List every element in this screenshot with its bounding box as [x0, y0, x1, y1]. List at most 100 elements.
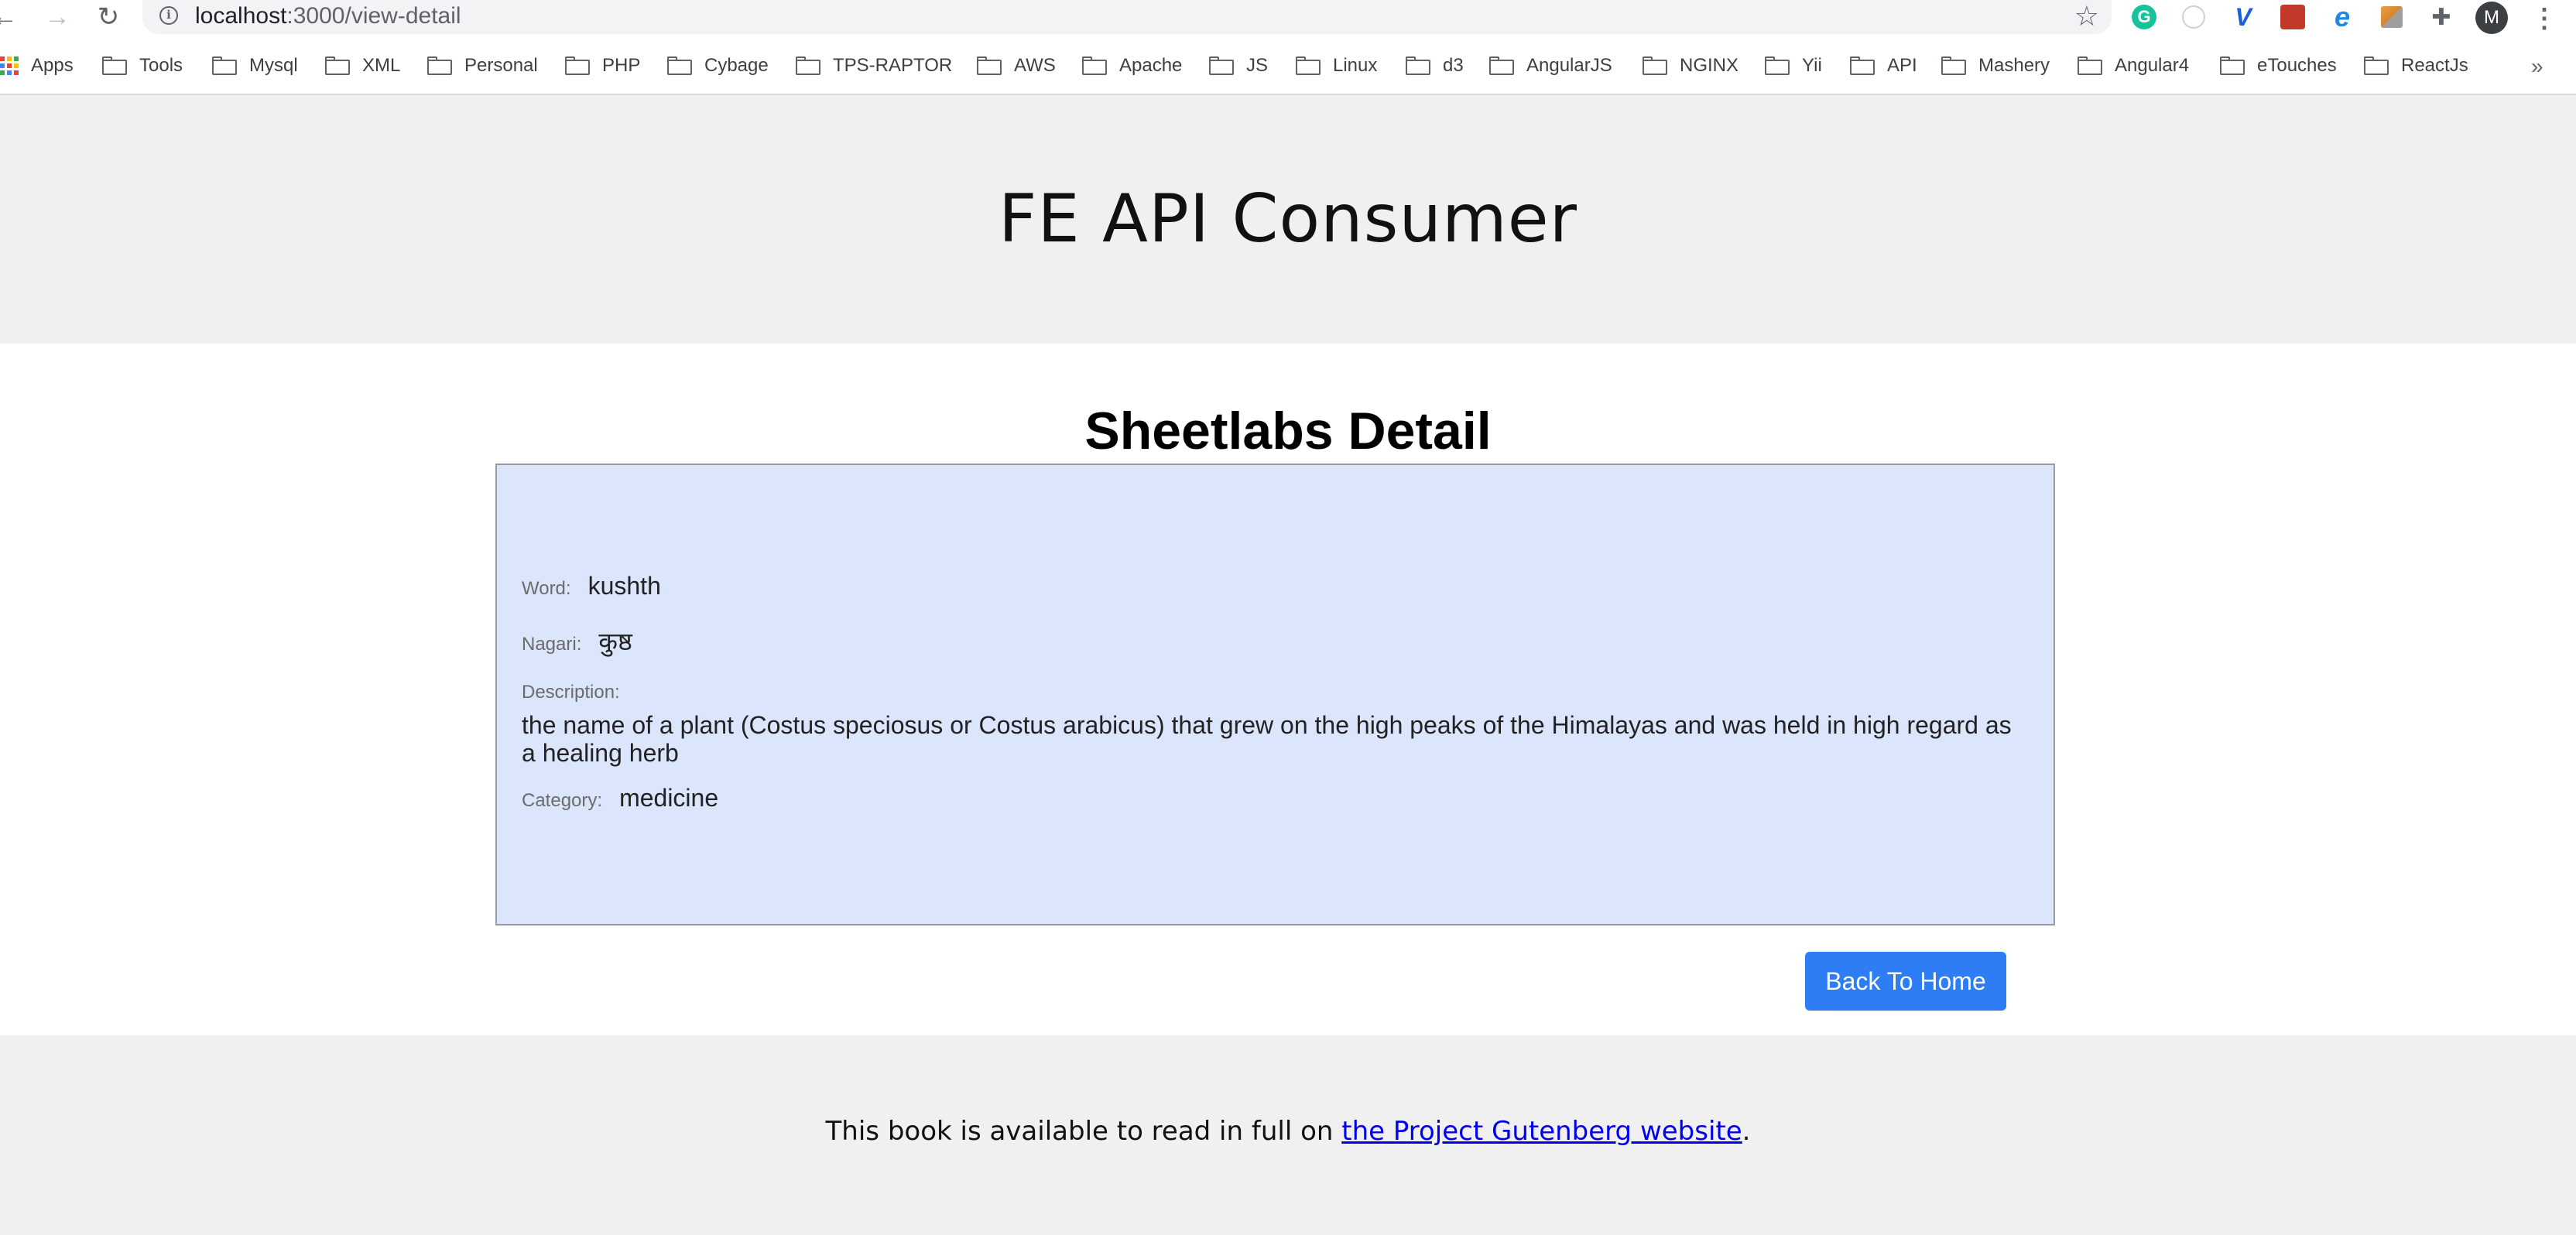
bookmark-folder[interactable]: Linux: [1296, 54, 1377, 77]
bookmark-folder[interactable]: XML: [325, 54, 400, 77]
url-text[interactable]: localhost:3000/view-detail: [195, 3, 461, 29]
nagari-label: Nagari:: [522, 634, 582, 655]
bookmark-label: Personal: [464, 55, 538, 76]
ie-tab-icon[interactable]: e: [2328, 1, 2356, 32]
bookmark-folder[interactable]: PHP: [565, 54, 640, 77]
bookmark-label: eTouches: [2257, 55, 2337, 76]
bookmark-folder[interactable]: Tools: [102, 54, 183, 77]
page-footer: This book is available to read in full o…: [0, 1035, 2576, 1235]
description-label: Description:: [522, 682, 620, 703]
vue-devtools-icon[interactable]: V: [2229, 3, 2257, 31]
folder-icon: [565, 56, 590, 75]
page-header: FE API Consumer: [0, 95, 2576, 344]
word-value: kushth: [587, 572, 661, 600]
browser-toolbar: ← → ↻ i localhost:3000/view-detail ☆ G V…: [0, 0, 2576, 36]
gutenberg-link[interactable]: the Project Gutenberg website: [1341, 1116, 1742, 1147]
folder-icon: [2220, 56, 2245, 75]
folder-icon: [1406, 56, 1430, 75]
word-label: Word:: [522, 578, 571, 599]
folder-icon: [325, 56, 350, 75]
folder-icon: [1082, 56, 1107, 75]
bookmark-label: d3: [1443, 55, 1464, 76]
bookmark-label: Yii: [1802, 55, 1822, 76]
description-value: the name of a plant (Costus speciosus or…: [522, 711, 2012, 767]
folder-icon: [102, 56, 127, 75]
url-host: localhost: [195, 3, 287, 29]
bookmark-folder[interactable]: TPS-RAPTOR: [796, 54, 952, 77]
site-info-icon[interactable]: i: [159, 6, 178, 25]
footer-text: This book is available to read in full o…: [0, 1116, 2576, 1147]
bookmark-label: AWS: [1014, 55, 1056, 76]
bookmark-label: Angular4: [2115, 55, 2190, 76]
folder-icon: [212, 56, 237, 75]
back-arrow-icon[interactable]: ←: [0, 2, 20, 32]
profile-avatar[interactable]: M: [2475, 2, 2508, 34]
grammarly-icon[interactable]: G: [2130, 3, 2158, 31]
nagari-row: Nagari: कुष्ठ: [522, 624, 632, 658]
bookmark-folder[interactable]: API: [1850, 54, 1917, 77]
bookmark-apps[interactable]: Apps: [0, 54, 74, 77]
folder-icon: [1489, 56, 1514, 75]
flag-extension-icon[interactable]: [2378, 3, 2406, 31]
folder-icon: [1209, 56, 1234, 75]
bookmark-label: AngularJS: [1526, 55, 1612, 76]
detail-card: Word: kushth Nagari: कुष्ठ Description: …: [495, 464, 2055, 925]
reload-icon[interactable]: ↻: [93, 2, 124, 32]
folder-icon: [977, 56, 1002, 75]
nagari-value: कुष्ठ: [598, 627, 632, 656]
bookmark-folder[interactable]: ReactJs: [2364, 54, 2468, 77]
bookmark-folder[interactable]: AWS: [977, 54, 1056, 77]
bookmark-folder[interactable]: Mashery: [1941, 54, 2050, 77]
browser-menu-icon[interactable]: ⋮: [2531, 3, 2557, 34]
bookmarks-overflow-icon[interactable]: »: [2531, 54, 2543, 79]
red-extension-icon[interactable]: [2279, 3, 2307, 31]
category-value: medicine: [619, 784, 719, 812]
extensions-puzzle-icon[interactable]: ✚: [2427, 3, 2455, 31]
bookmark-folder[interactable]: Mysql: [212, 54, 298, 77]
site-title: FE API Consumer: [998, 180, 1578, 258]
bookmark-label: Mashery: [1978, 55, 2050, 76]
category-row: Category: medicine: [522, 784, 718, 812]
back-to-home-button[interactable]: Back To Home: [1805, 952, 2006, 1011]
bookmark-folder[interactable]: JS: [1209, 54, 1268, 77]
url-path: :3000/view-detail: [286, 3, 461, 29]
folder-icon: [1643, 56, 1667, 75]
bookmark-folder[interactable]: eTouches: [2220, 54, 2337, 77]
bookmark-label: TPS-RAPTOR: [833, 55, 953, 76]
folder-icon: [667, 56, 692, 75]
bookmark-label: JS: [1246, 55, 1269, 76]
bookmarks-bar: Apps Tools Mysql XML Personal PHP Cybage…: [0, 45, 2576, 88]
apps-grid-icon: [0, 56, 19, 75]
folder-icon: [1941, 56, 1966, 75]
bookmark-label: Tools: [139, 55, 183, 76]
folder-icon: [1296, 56, 1321, 75]
bookmark-label: Mysql: [249, 55, 298, 76]
bookmark-star-icon[interactable]: ☆: [2074, 0, 2099, 32]
bookmark-label: ReactJs: [2401, 55, 2468, 76]
bookmark-label: XML: [362, 55, 401, 76]
bookmark-folder[interactable]: Apache: [1082, 54, 1182, 77]
bookmark-label: NGINX: [1680, 55, 1739, 76]
folder-icon: [796, 56, 820, 75]
bookmark-folder[interactable]: NGINX: [1643, 54, 1738, 77]
folder-icon: [427, 56, 452, 75]
folder-icon: [2364, 56, 2389, 75]
bookmark-folder[interactable]: Personal: [427, 54, 538, 77]
address-bar[interactable]: i localhost:3000/view-detail ☆: [142, 0, 2112, 34]
footer-text-before: This book is available to read in full o…: [825, 1116, 1342, 1147]
bookmark-label: Cybage: [704, 55, 769, 76]
ghost-extension-icon[interactable]: [2180, 3, 2208, 31]
folder-icon: [1765, 56, 1790, 75]
bookmark-folder[interactable]: Cybage: [667, 54, 769, 77]
bookmark-folder[interactable]: Yii: [1765, 54, 1822, 77]
category-label: Category:: [522, 790, 603, 811]
forward-arrow-icon[interactable]: →: [42, 2, 73, 32]
word-row: Word: kushth: [522, 572, 661, 600]
bookmark-folder[interactable]: d3: [1406, 54, 1464, 77]
bookmark-label: Linux: [1333, 55, 1378, 76]
bookmark-label: PHP: [602, 55, 641, 76]
bookmark-label: API: [1887, 55, 1917, 76]
bookmark-folder[interactable]: AngularJS: [1489, 54, 1612, 77]
bookmark-folder[interactable]: Angular4: [2078, 54, 2189, 77]
folder-icon: [2078, 56, 2102, 75]
